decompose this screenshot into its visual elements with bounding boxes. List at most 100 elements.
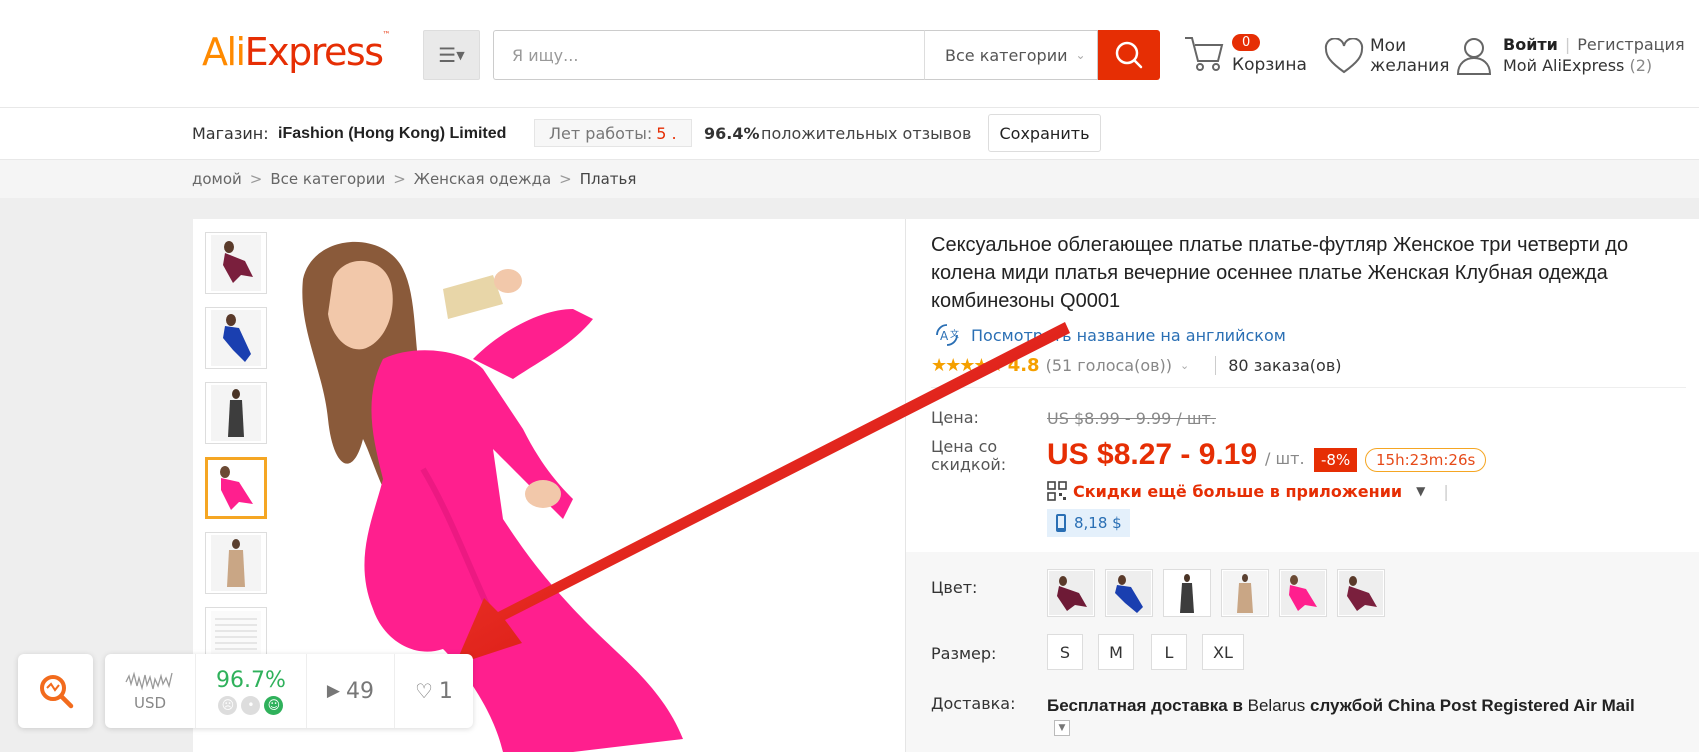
breadcrumb-separator: > [249, 170, 263, 188]
login-link[interactable]: Войти [1503, 35, 1558, 54]
site-header: AliExpress™ ☰ ▼ Я ищу... Все категории ⌄ … [0, 0, 1699, 108]
widget-views-count: 49 [345, 678, 374, 704]
rating-row: ★★★★★ 4.8 (51 голоса(ов)) ⌄ 80 заказа(ов… [931, 355, 1342, 376]
positive-feedback-pct: 96.4% [704, 124, 760, 143]
gallery-thumbnail[interactable] [205, 382, 267, 444]
wishlist-link[interactable]: Мои желания [1370, 36, 1450, 76]
chevron-down-icon[interactable]: ⌄ [963, 128, 972, 141]
original-price: US $8.99 - 9.99 / шт. [1047, 409, 1216, 428]
gallery-thumbnail-active[interactable] [205, 457, 267, 519]
svg-text:文: 文 [950, 328, 959, 340]
category-select-value: Все категории [945, 45, 1068, 65]
color-swatch-gray[interactable] [1163, 569, 1211, 617]
search-button[interactable] [1098, 30, 1160, 80]
caret-down-icon[interactable]: ▼ [1416, 484, 1425, 498]
cart-link[interactable]: Корзина [1232, 55, 1307, 75]
shipping-country[interactable]: Belarus [1248, 696, 1306, 715]
widget-likes-count: 1 [438, 678, 453, 704]
aliexpress-logo[interactable]: AliExpress™ [202, 30, 390, 74]
shipping-info: Бесплатная доставка в Belarus службой Ch… [1047, 696, 1635, 716]
category-menu-button[interactable]: ☰ ▼ [423, 30, 480, 80]
discount-price: US $8.27 - 9.19 [1047, 438, 1258, 471]
account-links: Войти | Регистрация [1503, 35, 1685, 54]
votes-link[interactable]: (51 голоса(ов)) [1046, 356, 1172, 375]
cart-count-badge: 0 [1232, 34, 1261, 51]
happy-face-icon: ☺ [264, 695, 284, 715]
widget-feedback-faces: ☹ • ☺ [218, 695, 284, 715]
price-unit: / шт. [1265, 449, 1305, 468]
gallery-thumbnail[interactable] [205, 532, 267, 594]
widget-rating-pct: 96.7% [216, 667, 286, 693]
heart-icon[interactable] [1324, 38, 1364, 76]
my-aliexpress-link[interactable]: Мой AliExpress (2) [1503, 56, 1652, 75]
widget-logo-button[interactable] [18, 654, 93, 728]
size-option-xl[interactable]: XL [1202, 634, 1244, 670]
size-option-l[interactable]: L [1151, 634, 1187, 670]
chevron-down-icon[interactable]: ⌄ [1180, 359, 1189, 372]
translate-link-label: Посмотреть название на английском [971, 325, 1286, 345]
cart-icon[interactable] [1183, 33, 1225, 73]
shipping-expand-icon[interactable]: ▼ [1054, 720, 1070, 736]
search-icon [1115, 41, 1143, 69]
positive-feedback-link[interactable]: положительных отзывов [761, 124, 971, 143]
search-input[interactable]: Я ищу... [493, 30, 925, 80]
rating-value: 4.8 [1007, 355, 1040, 376]
price-tracker-widget: USD 96.7% ☹ • ☺ ▶ 49 ♡ 1 [18, 654, 473, 728]
gallery-thumbnail[interactable] [205, 232, 267, 294]
my-aliexpress-label: Мой AliExpress [1503, 56, 1625, 75]
app-discount-link[interactable]: Скидки ещё больше в приложении ▼ | [1047, 481, 1449, 501]
price-history-sparkline-icon [125, 671, 173, 691]
breadcrumb-womens-clothing[interactable]: Женская одежда [414, 170, 551, 188]
save-store-button[interactable]: Сохранить [988, 114, 1101, 152]
heart-outline-icon: ♡ [414, 679, 433, 703]
user-icon[interactable] [1456, 36, 1492, 76]
my-aliexpress-count: (2) [1629, 56, 1653, 75]
color-label: Цвет: [931, 578, 978, 597]
sku-options: Цвет: Размер: S M L XL Доставка: Бесплат… [906, 552, 1699, 752]
discount-badge: -8% [1314, 448, 1358, 472]
category-select[interactable]: Все категории ⌄ [924, 30, 1098, 80]
orders-count: 80 заказа(ов) [1215, 356, 1342, 375]
sad-face-icon: ☹ [218, 695, 238, 715]
product-title: Сексуальное облегающее платье платье-фут… [931, 234, 1629, 312]
product-info-panel: Сексуальное облегающее платье платье-фут… [905, 219, 1699, 752]
countdown-timer: 15h:23m:26s [1365, 448, 1487, 472]
store-label: Магазин: [192, 124, 269, 143]
breadcrumb-separator: > [559, 170, 572, 188]
mobile-price-value: 8,18 $ [1074, 514, 1122, 532]
widget-price-history[interactable]: USD [105, 654, 196, 728]
svg-text:A: A [940, 329, 949, 343]
separator: | [1564, 35, 1571, 54]
widget-views[interactable]: ▶ 49 [307, 654, 395, 728]
price-label: Цена: [931, 408, 979, 427]
size-label: Размер: [931, 644, 997, 663]
translate-icon: A文 [936, 324, 959, 346]
widget-seller-rating[interactable]: 96.7% ☹ • ☺ [196, 654, 307, 728]
mobile-price-badge[interactable]: 8,18 $ [1047, 509, 1130, 537]
register-link[interactable]: Регистрация [1577, 35, 1684, 54]
breadcrumb-all-categories[interactable]: Все категории [270, 170, 385, 188]
color-swatch-burgundy[interactable] [1047, 569, 1095, 617]
widget-likes[interactable]: ♡ 1 [395, 654, 473, 728]
qr-code-icon [1047, 481, 1067, 501]
divider [931, 387, 1686, 388]
neutral-face-icon: • [241, 695, 261, 715]
color-swatch-blue[interactable] [1105, 569, 1153, 617]
chevron-down-icon: ⌄ [1075, 48, 1086, 62]
shipping-label: Доставка: [931, 694, 1016, 713]
store-name-link[interactable]: iFashion (Hong Kong) Limited [278, 125, 506, 143]
magnifier-logo-icon [39, 675, 73, 709]
breadcrumb: домой > Все категории > Женская одежда >… [0, 160, 1699, 198]
breadcrumb-home[interactable]: домой [192, 170, 242, 188]
widget-panel: USD 96.7% ☹ • ☺ ▶ 49 ♡ 1 [105, 654, 473, 728]
translate-title-link[interactable]: A文 Посмотреть название на английском [931, 323, 1286, 347]
size-option-s[interactable]: S [1047, 634, 1083, 670]
size-option-m[interactable]: M [1098, 634, 1134, 670]
gallery-thumbnail[interactable] [205, 307, 267, 369]
color-swatch-pink[interactable] [1279, 569, 1327, 617]
color-swatch-burgundy-2[interactable] [1337, 569, 1385, 617]
hamburger-icon: ☰ [438, 43, 457, 67]
color-swatch-khaki[interactable] [1221, 569, 1269, 617]
store-years-badge: Лет работы: 5 . [534, 119, 692, 147]
widget-currency: USD [133, 694, 167, 712]
